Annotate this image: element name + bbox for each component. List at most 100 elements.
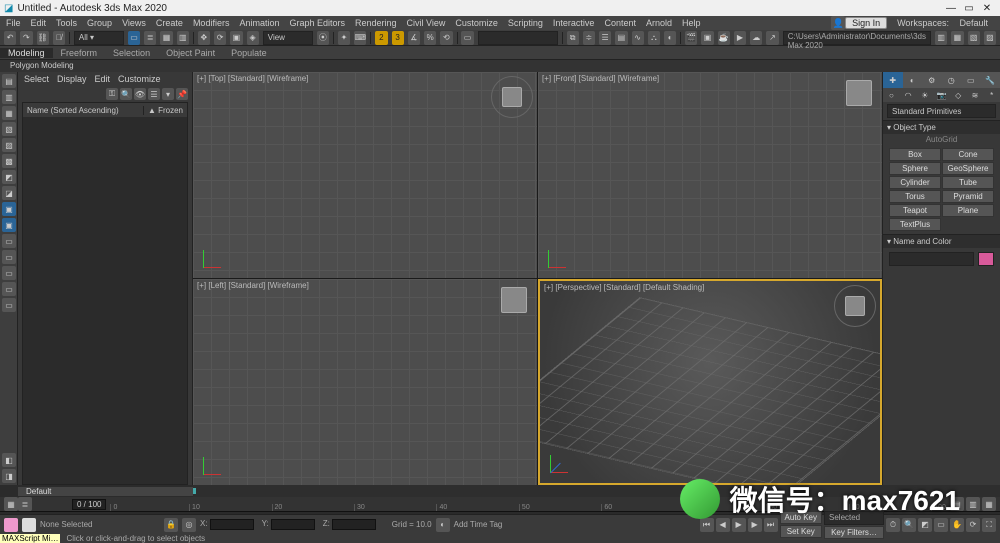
percent-snap-button[interactable]: % xyxy=(424,31,436,45)
undo-button[interactable]: ↶ xyxy=(4,31,16,45)
menu-help[interactable]: Help xyxy=(678,18,705,28)
ribbon-freeform[interactable]: Freeform xyxy=(53,48,106,58)
create-cone[interactable]: Cone xyxy=(942,148,994,161)
menu-views[interactable]: Views xyxy=(118,18,150,28)
schematic-button[interactable]: ⛬ xyxy=(648,31,660,45)
y-field[interactable] xyxy=(271,519,315,530)
share-view-button[interactable]: ↗ xyxy=(766,31,778,45)
object-color-swatch[interactable] xyxy=(978,252,994,266)
toggle-ribbon-button[interactable]: ▤ xyxy=(615,31,627,45)
keymode-dropdown[interactable]: Selected xyxy=(824,511,884,525)
prev-frame-button[interactable]: ◀ xyxy=(716,518,730,532)
menu-interactive[interactable]: Interactive xyxy=(549,18,599,28)
refcoord-dropdown[interactable]: View xyxy=(263,31,313,45)
viewport-front-label[interactable]: [+] [Front] [Standard] [Wireframe] xyxy=(542,74,659,83)
ribbon-selection[interactable]: Selection xyxy=(105,48,158,58)
create-geosphere[interactable]: GeoSphere xyxy=(942,162,994,175)
nav-fov-button[interactable]: ▭ xyxy=(934,518,948,532)
scene-menu-customize[interactable]: Customize xyxy=(118,74,161,84)
timeconfig-button[interactable]: ⏱ xyxy=(886,518,900,532)
angle-snap-button[interactable]: ∡ xyxy=(408,31,420,45)
pivot-button[interactable]: ⦿ xyxy=(317,31,329,45)
ribbon-panel-label[interactable]: Polygon Modeling xyxy=(0,60,1000,72)
scene-sort-icon[interactable]: ▾ xyxy=(162,88,174,100)
namedsel-dropdown[interactable] xyxy=(478,31,558,45)
vtool-1[interactable]: ▤ xyxy=(2,74,16,88)
scene-view-icon[interactable]: 👁 xyxy=(134,88,146,100)
menu-civilview[interactable]: Civil View xyxy=(403,18,450,28)
select-object-button[interactable]: ▭ xyxy=(128,31,140,45)
vtool-2[interactable]: ▥ xyxy=(2,90,16,104)
viewcube-front[interactable] xyxy=(846,80,872,106)
rotate-button[interactable]: ⟳ xyxy=(214,31,226,45)
time-value[interactable]: 0 / 100 xyxy=(72,499,106,510)
ribbon-objectpaint[interactable]: Object Paint xyxy=(158,48,223,58)
create-lights-tab[interactable]: ☀ xyxy=(916,88,933,102)
timeline-btn-1[interactable]: ▤ xyxy=(950,497,964,511)
scene-col-name[interactable]: Name (Sorted Ascending) xyxy=(23,106,144,115)
sign-in-button[interactable]: Sign In xyxy=(845,17,887,29)
workspace-selector[interactable]: Workspaces: Default xyxy=(887,18,998,28)
scene-menu-edit[interactable]: Edit xyxy=(95,74,111,84)
viewport-perspective[interactable]: [+] [Perspective] [Standard] [Default Sh… xyxy=(538,279,882,485)
viewport-top-label[interactable]: [+] [Top] [Standard] [Wireframe] xyxy=(197,74,308,83)
nav-zoom-button[interactable]: 🔍 xyxy=(902,518,916,532)
vtool-15[interactable]: ▭ xyxy=(2,298,16,312)
create-box[interactable]: Box xyxy=(889,148,941,161)
trackbar-toggle[interactable]: ▦ xyxy=(4,497,18,511)
window-crossing-button[interactable]: ▥ xyxy=(177,31,189,45)
trackbar-line[interactable] xyxy=(193,485,1000,497)
render-prod-button[interactable]: ☕ xyxy=(718,31,730,45)
goto-end-button[interactable]: ⏭ xyxy=(764,518,778,532)
viewport-front[interactable]: [+] [Front] [Standard] [Wireframe] xyxy=(538,72,882,278)
goto-start-button[interactable]: ⏮ xyxy=(700,518,714,532)
cmdpanel-modify-tab[interactable]: ◐ xyxy=(903,72,923,88)
nav-orbit-button[interactable]: ⟳ xyxy=(966,518,980,532)
vtool-9[interactable]: ▣ xyxy=(2,202,16,216)
create-spacewarp-tab[interactable]: ≋ xyxy=(967,88,984,102)
align-button[interactable]: ≑ xyxy=(583,31,595,45)
scene-menu-select[interactable]: Select xyxy=(24,74,49,84)
play-button[interactable]: ▶ xyxy=(732,518,746,532)
select-region-button[interactable]: ▦ xyxy=(160,31,172,45)
vtool-6[interactable]: ▩ xyxy=(2,154,16,168)
scale-button[interactable]: ▣ xyxy=(230,31,242,45)
object-name-field[interactable] xyxy=(889,252,974,266)
curve-editor-button[interactable]: ∿ xyxy=(632,31,644,45)
viewcube-persp[interactable] xyxy=(834,285,876,327)
primitive-category-dropdown[interactable]: Standard Primitives xyxy=(887,104,996,118)
move-button[interactable]: ✥ xyxy=(198,31,210,45)
vtool-bottom-1[interactable]: ◧ xyxy=(2,453,16,467)
create-textplus[interactable]: TextPlus xyxy=(889,218,941,231)
create-teapot[interactable]: Teapot xyxy=(889,204,941,217)
viewport-persp-label[interactable]: [+] [Perspective] [Standard] [Default Sh… xyxy=(544,283,704,292)
ribbon-populate[interactable]: Populate xyxy=(223,48,275,58)
create-shapes-tab[interactable]: ◠ xyxy=(900,88,917,102)
manipulate-button[interactable]: ✦ xyxy=(338,31,350,45)
scene-pin-icon[interactable]: 📌 xyxy=(176,88,188,100)
scene-col-frozen[interactable]: ▲ Frozen xyxy=(144,106,187,115)
menu-file[interactable]: File xyxy=(2,18,25,28)
proj-btn-4[interactable]: ▨ xyxy=(984,31,996,45)
trackbar-filter[interactable]: ≣ xyxy=(18,497,32,511)
create-cylinder[interactable]: Cylinder xyxy=(889,176,941,189)
redo-button[interactable]: ↷ xyxy=(20,31,32,45)
create-geometry-tab[interactable]: ○ xyxy=(883,88,900,102)
proj-btn-2[interactable]: ▦ xyxy=(951,31,963,45)
unlink-button[interactable]: ⛓̸ xyxy=(53,31,65,45)
menu-create[interactable]: Create xyxy=(152,18,187,28)
create-systems-tab[interactable]: * xyxy=(983,88,1000,102)
scene-tree-icon[interactable]: ☰ xyxy=(148,88,160,100)
create-pyramid[interactable]: Pyramid xyxy=(942,190,994,203)
rollout-object-type[interactable]: ▾ Object Type xyxy=(883,120,1000,134)
viewport-left-label[interactable]: [+] [Left] [Standard] [Wireframe] xyxy=(197,281,309,290)
cmdpanel-display-tab[interactable]: ▭ xyxy=(961,72,981,88)
vtool-10[interactable]: ▣ xyxy=(2,218,16,232)
render-button[interactable]: ▶ xyxy=(734,31,746,45)
lock-selection-button[interactable]: 🔒 xyxy=(164,518,178,532)
scene-filter-icon[interactable]: ⚿ xyxy=(106,88,118,100)
proj-btn-1[interactable]: ▥ xyxy=(935,31,947,45)
viewport-top[interactable]: [+] [Top] [Standard] [Wireframe] xyxy=(193,72,537,278)
menu-arnold[interactable]: Arnold xyxy=(642,18,676,28)
create-helpers-tab[interactable]: ◇ xyxy=(950,88,967,102)
